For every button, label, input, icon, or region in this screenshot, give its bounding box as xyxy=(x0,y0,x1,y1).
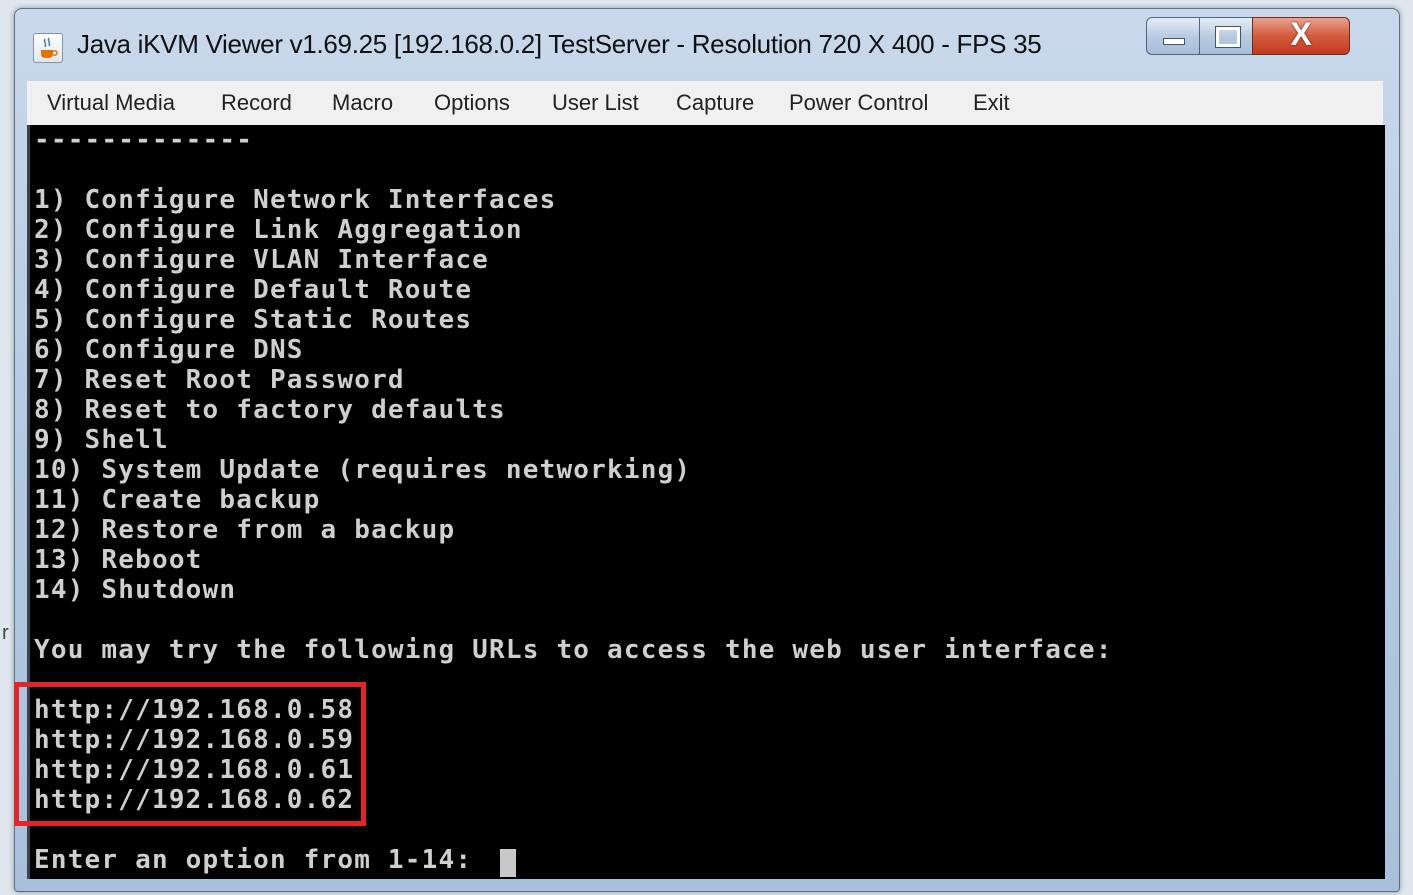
menu-option: 6) Configure DNS xyxy=(34,335,304,365)
separator-line: ------------- xyxy=(34,125,254,155)
menu-option: 7) Reset Root Password xyxy=(34,365,405,395)
menu-user-list[interactable]: User List xyxy=(552,90,639,116)
menu-option: 11) Create backup xyxy=(34,485,321,515)
menu-power-control[interactable]: Power Control xyxy=(789,90,928,116)
close-button[interactable]: X xyxy=(1252,16,1350,55)
close-icon: X xyxy=(1290,16,1312,52)
menu-option: 8) Reset to factory defaults xyxy=(34,395,506,425)
option-prompt: Enter an option from 1-14: xyxy=(34,845,490,875)
menu-option: 2) Configure Link Aggregation xyxy=(34,215,523,245)
menu-record[interactable]: Record xyxy=(221,90,292,116)
window-title: Java iKVM Viewer v1.69.25 [192.168.0.2] … xyxy=(77,29,1042,59)
menu-option: 5) Configure Static Routes xyxy=(34,305,473,335)
menu-option: 1) Configure Network Interfaces xyxy=(34,185,557,215)
minimize-button[interactable] xyxy=(1146,17,1200,55)
url-intro-text: You may try the following URLs to access… xyxy=(34,635,1113,665)
menu-macro[interactable]: Macro xyxy=(332,90,393,116)
menu-bar: Virtual Media Record Macro Options User … xyxy=(27,81,1383,126)
menu-option: 13) Reboot xyxy=(34,545,203,575)
background-text-fragment: r xyxy=(2,622,9,644)
menu-option: 12) Restore from a backup xyxy=(34,515,456,545)
url-highlight-box xyxy=(14,682,366,826)
title-bar[interactable]: Java iKVM Viewer v1.69.25 [192.168.0.2] … xyxy=(15,9,1399,79)
menu-option: 4) Configure Default Route xyxy=(34,275,473,305)
menu-option: 14) Shutdown xyxy=(34,575,237,605)
menu-option: 10) System Update (requires networking) xyxy=(34,455,692,485)
menu-exit[interactable]: Exit xyxy=(973,90,1010,116)
menu-options[interactable]: Options xyxy=(434,90,510,116)
maximize-button[interactable] xyxy=(1199,17,1253,55)
text-cursor xyxy=(500,849,516,877)
menu-capture[interactable]: Capture xyxy=(676,90,754,116)
menu-option: 3) Configure VLAN Interface xyxy=(34,245,490,275)
java-coffee-icon xyxy=(33,33,63,63)
menu-option: 9) Shell xyxy=(34,425,169,455)
menu-virtual-media[interactable]: Virtual Media xyxy=(47,90,175,116)
